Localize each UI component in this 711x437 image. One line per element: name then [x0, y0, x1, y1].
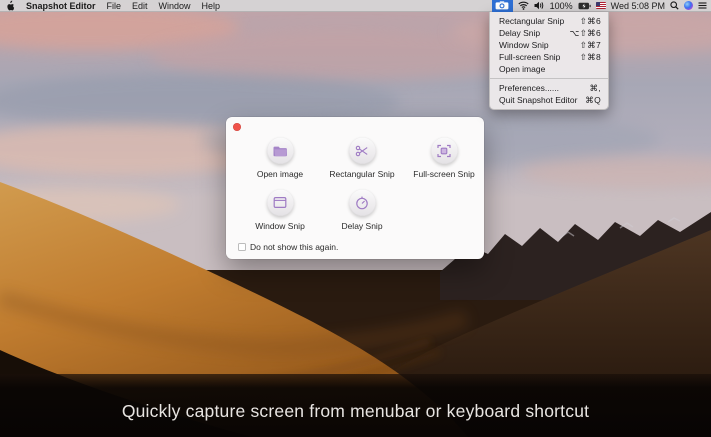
action-label: Delay Snip: [341, 221, 383, 231]
menu-item-shortcut: ⌘Q: [585, 94, 601, 105]
action-button-circle: [348, 137, 376, 164]
battery-icon[interactable]: [578, 2, 591, 10]
snip-chooser-dialog: Open image Rectangular Snip Full-screen …: [226, 117, 484, 259]
camera-icon: [495, 1, 509, 10]
action-fullscreen-snip[interactable]: Full-screen Snip: [403, 137, 485, 179]
folder-icon: [273, 146, 287, 156]
battery-percent[interactable]: 100%: [550, 1, 573, 11]
action-button-circle: [266, 189, 294, 216]
menu-item-shortcut: ⇧⌘7: [579, 39, 601, 50]
action-button-circle: [348, 189, 376, 216]
apple-logo-icon[interactable]: [6, 0, 15, 11]
window-icon: [273, 197, 287, 209]
menubar-status-area: 100% Wed 5:08 PM: [491, 0, 707, 12]
menubar-left: Snapshot Editor File Edit Window Help: [6, 0, 220, 11]
menu-item-label: Full-screen Snip: [499, 51, 561, 62]
menu-item-label: Rectangular Snip: [499, 15, 565, 26]
menubar-app-title[interactable]: Snapshot Editor: [26, 1, 96, 11]
menu-item-rectangular-snip[interactable]: Rectangular Snip ⇧⌘6: [490, 15, 608, 27]
action-label: Full-screen Snip: [413, 169, 475, 179]
menu-item-label: Quit Snapshot Editor: [499, 94, 578, 105]
us-flag-icon[interactable]: [595, 2, 606, 9]
do-not-show-row: Do not show this again.: [238, 242, 338, 252]
menu-item-open-image[interactable]: Open image: [490, 63, 608, 75]
caption-bar: Quickly capture screen from menubar or k…: [0, 374, 711, 437]
camera-dropdown-menu: Rectangular Snip ⇧⌘6 Delay Snip ⌥⇧⌘6 Win…: [489, 12, 609, 110]
volume-icon[interactable]: [534, 1, 545, 10]
checkbox-label: Do not show this again.: [250, 242, 339, 252]
menubar-item-window[interactable]: Window: [159, 1, 191, 11]
menu-separator: [490, 78, 608, 79]
action-label: Window Snip: [255, 221, 305, 231]
spotlight-search-icon[interactable]: [670, 1, 679, 10]
siri-icon[interactable]: [684, 1, 693, 10]
action-label: Rectangular Snip: [329, 169, 395, 179]
do-not-show-checkbox[interactable]: [238, 243, 246, 251]
action-button-circle: [430, 137, 458, 164]
menu-item-quit[interactable]: Quit Snapshot Editor ⌘Q: [490, 94, 608, 106]
action-button-circle: [266, 137, 294, 164]
menu-item-fullscreen-snip[interactable]: Full-screen Snip ⇧⌘8: [490, 51, 608, 63]
menubar-item-file[interactable]: File: [107, 1, 122, 11]
menu-item-window-snip[interactable]: Window Snip ⇧⌘7: [490, 39, 608, 51]
menu-item-delay-snip[interactable]: Delay Snip ⌥⇧⌘6: [490, 27, 608, 39]
action-label: Open image: [256, 169, 304, 179]
menu-item-label: Delay Snip: [499, 27, 541, 38]
menu-item-label: Window Snip: [499, 39, 549, 50]
menubar: Snapshot Editor File Edit Window Help 10…: [0, 0, 711, 12]
menu-item-shortcut: ⌥⇧⌘6: [569, 27, 601, 38]
menubar-item-help[interactable]: Help: [202, 1, 221, 11]
dialog-row-2: Window Snip Delay Snip: [239, 189, 403, 231]
menu-item-shortcut: ⇧⌘6: [579, 15, 601, 26]
desktop: Quickly capture screen from menubar or k…: [0, 0, 711, 437]
action-rectangular-snip[interactable]: Rectangular Snip: [321, 137, 403, 179]
scissors-icon: [355, 145, 368, 156]
wifi-icon[interactable]: [517, 1, 529, 10]
caption-text: Quickly capture screen from menubar or k…: [121, 401, 590, 421]
action-window-snip[interactable]: Window Snip: [239, 189, 321, 231]
camera-menu-extra[interactable]: [491, 0, 513, 12]
notification-center-icon[interactable]: [698, 1, 707, 10]
action-delay-snip[interactable]: Delay Snip: [321, 189, 403, 231]
menu-item-shortcut: ⌘,: [589, 82, 601, 93]
dialog-row-1: Open image Rectangular Snip Full-screen …: [239, 137, 485, 179]
menu-item-shortcut: ⇧⌘8: [579, 51, 601, 62]
menu-item-preferences[interactable]: Preferences...... ⌘,: [490, 82, 608, 94]
menubar-clock[interactable]: Wed 5:08 PM: [611, 1, 665, 11]
menubar-item-edit[interactable]: Edit: [132, 1, 148, 11]
fullscreen-icon: [437, 144, 451, 157]
close-button[interactable]: [233, 123, 241, 131]
action-open-image[interactable]: Open image: [239, 137, 321, 179]
menu-item-label: Open image: [499, 63, 546, 74]
menu-item-label: Preferences......: [499, 82, 559, 93]
stopwatch-icon: [356, 196, 368, 209]
